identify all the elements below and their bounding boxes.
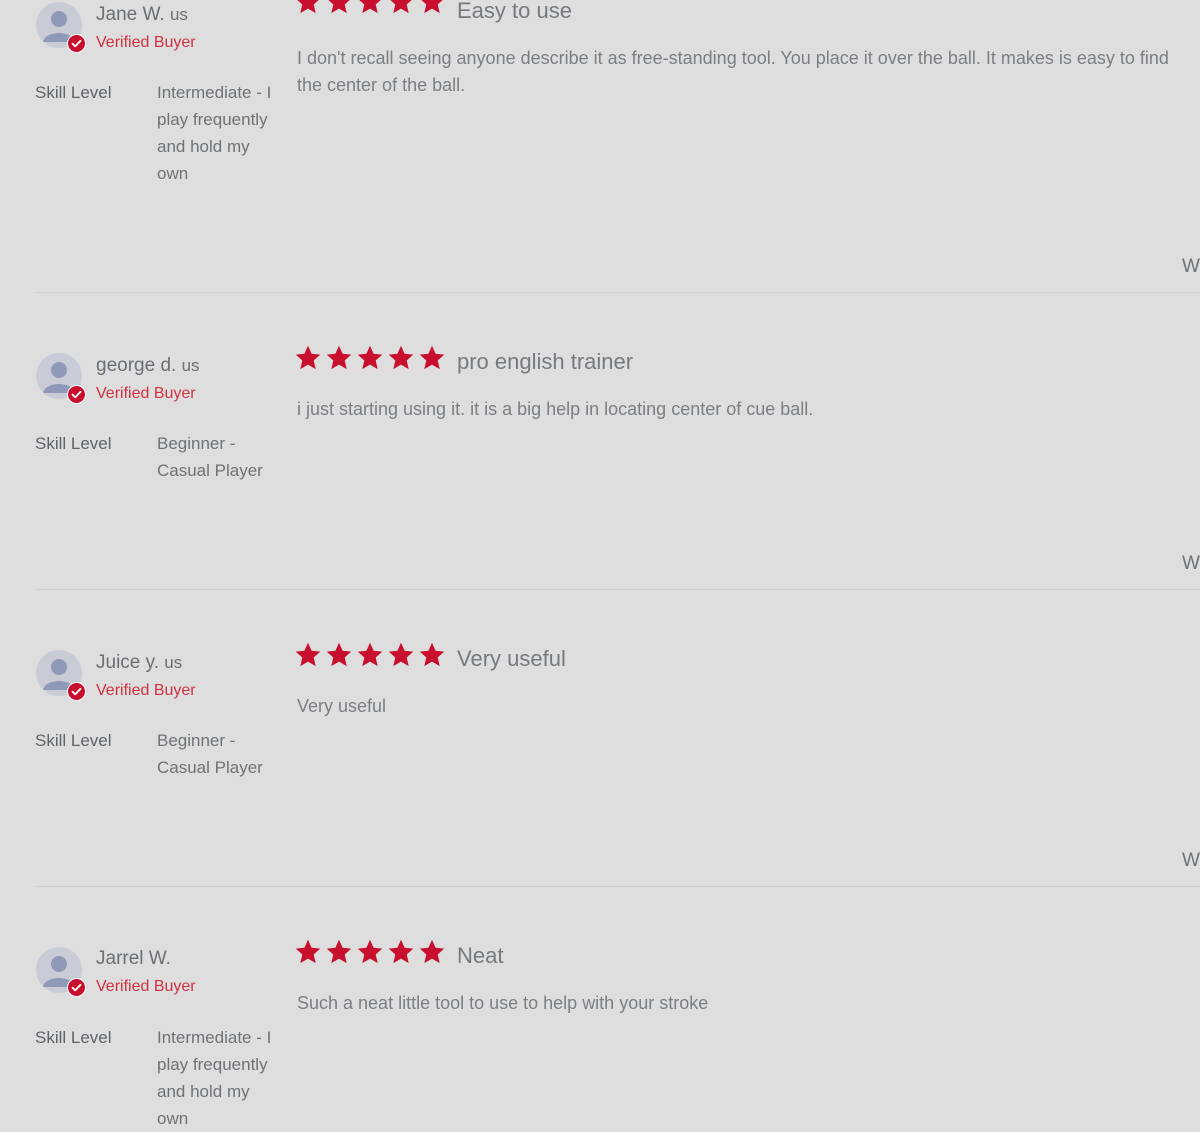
review-body: i just starting using it. it is a big he… bbox=[297, 399, 814, 419]
reviewer-country: us bbox=[164, 653, 183, 672]
star-icon bbox=[418, 641, 446, 669]
reviewer-name-text: Juice y. bbox=[96, 652, 160, 673]
star-icon bbox=[325, 0, 353, 16]
reviewer-name: Jarrel W. bbox=[96, 948, 171, 970]
check-circle-icon bbox=[67, 978, 86, 997]
verified-buyer-label: Verified Buyer bbox=[96, 682, 196, 699]
review-card: Jane W. us Verified Buyer Skill Level In… bbox=[0, 0, 1200, 293]
star-icon bbox=[356, 938, 384, 966]
reviewer-name-text: Jane W. bbox=[96, 4, 165, 25]
review-date-truncated: W bbox=[1182, 850, 1200, 871]
star-icon bbox=[294, 938, 322, 966]
reviewer-country: us bbox=[169, 5, 188, 24]
skill-level-value: Beginner - Casual Player bbox=[157, 731, 263, 777]
star-icon bbox=[387, 0, 415, 16]
reviewer-country: us bbox=[181, 356, 200, 375]
review-body: I don't recall seeing anyone describe it… bbox=[297, 48, 1169, 95]
star-icon bbox=[387, 641, 415, 669]
star-icon bbox=[356, 344, 384, 372]
star-icon bbox=[325, 344, 353, 372]
star-icon bbox=[294, 0, 322, 16]
skill-level-label: Skill Level bbox=[35, 731, 112, 750]
reviewer-name: Jane W. us bbox=[96, 4, 188, 26]
skill-level-value: Intermediate - I play frequently and hol… bbox=[157, 83, 272, 183]
verified-buyer-label: Verified Buyer bbox=[96, 385, 196, 402]
verified-buyer-label: Verified Buyer bbox=[96, 34, 196, 51]
star-icon bbox=[418, 0, 446, 16]
review-card: Jarrel W. Verified Buyer Skill Level Int… bbox=[0, 887, 1200, 1128]
review-date-truncated: W bbox=[1182, 553, 1200, 574]
star-rating bbox=[294, 641, 446, 669]
star-icon bbox=[356, 0, 384, 16]
skill-level-value: Intermediate - I play frequently and hol… bbox=[157, 1028, 272, 1128]
verified-buyer-label: Verified Buyer bbox=[96, 978, 196, 995]
check-circle-icon bbox=[67, 385, 86, 404]
review-date-truncated: W bbox=[1182, 256, 1200, 277]
star-icon bbox=[387, 938, 415, 966]
review-title: Easy to use bbox=[457, 0, 572, 23]
review-title: Neat bbox=[457, 943, 504, 968]
star-rating bbox=[294, 0, 446, 16]
check-circle-icon bbox=[67, 682, 86, 701]
star-icon bbox=[418, 344, 446, 372]
review-card: george d. us Verified Buyer Skill Level … bbox=[0, 293, 1200, 590]
reviewer-name-text: Jarrel W. bbox=[96, 948, 171, 969]
star-icon bbox=[325, 641, 353, 669]
review-card: Juice y. us Verified Buyer Skill Level B… bbox=[0, 590, 1200, 887]
skill-level-label: Skill Level bbox=[35, 434, 112, 453]
star-icon bbox=[325, 938, 353, 966]
reviewer-name: george d. us bbox=[96, 355, 200, 377]
reviewer-name-text: george d. bbox=[96, 355, 177, 376]
review-body: Such a neat little tool to use to help w… bbox=[297, 993, 709, 1013]
star-icon bbox=[418, 938, 446, 966]
star-rating bbox=[294, 344, 446, 372]
star-icon bbox=[356, 641, 384, 669]
review-body: Very useful bbox=[297, 696, 387, 716]
skill-level-label: Skill Level bbox=[35, 1028, 112, 1047]
star-icon bbox=[294, 641, 322, 669]
review-title: pro english trainer bbox=[457, 349, 634, 374]
skill-level-value: Beginner - Casual Player bbox=[157, 434, 263, 480]
star-icon bbox=[294, 344, 322, 372]
star-rating bbox=[294, 938, 446, 966]
star-icon bbox=[387, 344, 415, 372]
reviewer-name: Juice y. us bbox=[96, 652, 182, 674]
skill-level-label: Skill Level bbox=[35, 83, 112, 102]
review-title: Very useful bbox=[457, 646, 566, 671]
check-circle-icon bbox=[67, 34, 86, 53]
